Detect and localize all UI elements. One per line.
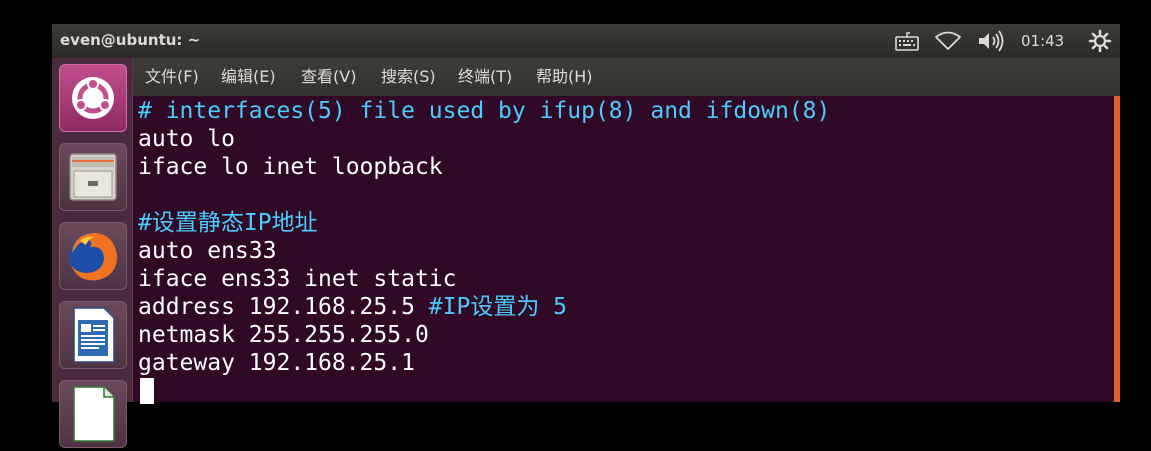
clock[interactable]: 01:43: [1021, 29, 1064, 53]
terminal-text-area[interactable]: # interfaces(5) file used by ifup(8) and…: [133, 96, 1120, 404]
address-text: address 192.168.25.5: [138, 294, 429, 320]
desktop: even@ubuntu: ~ 01:43 文件(F) 编辑(E) 查看(V) 搜…: [0, 0, 1151, 448]
terminal-line: #设置静态IP地址: [138, 210, 318, 236]
calc-spreadsheet-icon: [73, 386, 115, 442]
libreoffice-calc-button[interactable]: [59, 380, 127, 448]
volume-icon[interactable]: [976, 29, 1006, 53]
file-cabinet-icon: [69, 153, 117, 201]
firefox-icon: [69, 233, 118, 281]
menu-terminal[interactable]: 终端(T): [458, 66, 512, 88]
menu-search[interactable]: 搜索(S): [381, 66, 436, 88]
terminal-line: address 192.168.25.5 #IP设置为 5: [138, 293, 567, 321]
menu-view[interactable]: 查看(V): [301, 66, 356, 88]
address-comment: #IP设置为 5: [428, 294, 568, 320]
wifi-icon[interactable]: [934, 29, 962, 53]
terminal-line: gateway 192.168.25.1: [138, 350, 415, 376]
libreoffice-writer-button[interactable]: [59, 301, 127, 369]
launcher: [52, 58, 133, 448]
keyboard-icon[interactable]: [894, 29, 920, 53]
terminal-menubar: 文件(F) 编辑(E) 查看(V) 搜索(S) 终端(T) 帮助(H): [133, 58, 1120, 96]
terminal-line: auto lo: [138, 126, 235, 152]
menu-edit[interactable]: 编辑(E): [221, 66, 276, 88]
terminal-line: iface lo inet loopback: [138, 154, 443, 180]
firefox-button[interactable]: [59, 222, 127, 290]
terminal-line: netmask 255.255.255.0: [138, 322, 429, 348]
ubuntu-logo-icon: [72, 77, 114, 119]
terminal-window[interactable]: 文件(F) 编辑(E) 查看(V) 搜索(S) 终端(T) 帮助(H) # in…: [133, 58, 1120, 404]
terminal-line: # interfaces(5) file used by ifup(8) and…: [138, 98, 831, 124]
terminal-line: auto ens33: [138, 238, 277, 264]
writer-document-icon: [73, 307, 115, 363]
text-cursor: [140, 378, 154, 404]
window-title: even@ubuntu: ~: [60, 31, 201, 49]
gear-icon[interactable]: [1088, 29, 1112, 53]
menu-file[interactable]: 文件(F): [145, 66, 199, 88]
top-panel: even@ubuntu: ~ 01:43: [52, 24, 1120, 58]
dash-home-button[interactable]: [59, 64, 127, 132]
files-button[interactable]: [59, 143, 127, 211]
terminal-line: iface ens33 inet static: [138, 266, 457, 292]
menu-help[interactable]: 帮助(H): [536, 66, 593, 88]
